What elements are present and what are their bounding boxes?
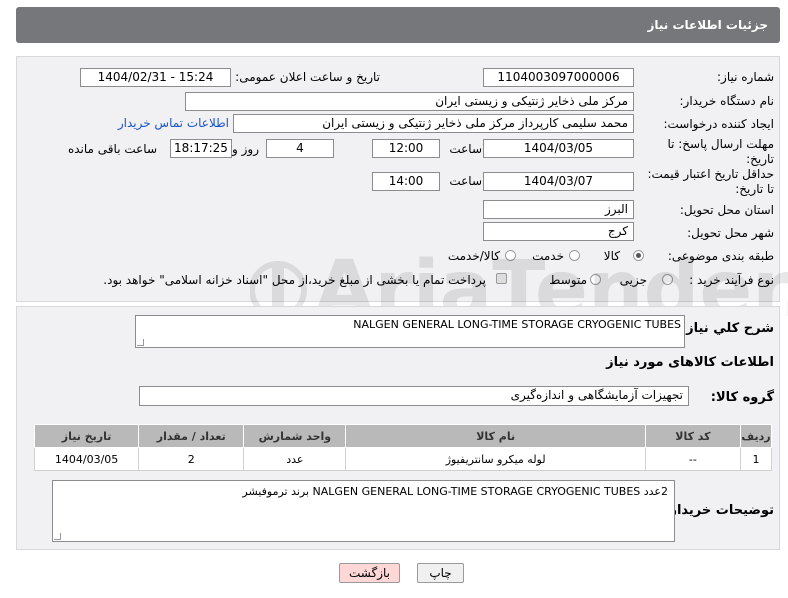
process-radio-medium[interactable] xyxy=(590,274,601,285)
goods-group-field[interactable]: تجهیزات آزمایشگاهی و اندازه‌گیری xyxy=(139,386,689,406)
process-option-minor: جزیی xyxy=(619,273,647,287)
need-number-field[interactable]: 1104003097000006 xyxy=(483,68,634,87)
page-header: جزئیات اطلاعات نیاز xyxy=(16,7,780,43)
category-radio-service[interactable] xyxy=(569,250,580,261)
cell-goods-name: لوله میکرو سانتریفیوژ xyxy=(345,447,646,471)
buyer-notes-label: توضیحات خریدار: xyxy=(664,503,774,518)
process-type-label: نوع فرآیند خرید : xyxy=(689,273,774,287)
province-field[interactable]: البرز xyxy=(483,200,634,219)
deadline-label-date: تاریخ: xyxy=(746,152,774,166)
page-title: جزئیات اطلاعات نیاز xyxy=(647,18,768,32)
cell-goods-code: -- xyxy=(644,447,741,471)
announce-datetime-field[interactable]: 1404/02/31 - 15:24 xyxy=(80,68,231,87)
buyer-notes-text: 2عدد NALGEN GENERAL LONG-TIME STORAGE CR… xyxy=(242,485,668,498)
price-validity-label: حداقل تاریخ اعتبار قیمت: xyxy=(647,167,774,181)
resize-handle[interactable] xyxy=(137,339,144,346)
buyer-org-label: نام دستگاه خریدار: xyxy=(679,94,775,108)
need-number-label: شماره نیاز: xyxy=(717,70,774,84)
city-label: شهر محل تحویل: xyxy=(687,226,774,240)
treasury-payment-note: پرداخت تمام یا بخشی از مبلغ خرید،از محل … xyxy=(103,273,486,287)
category-label: طبقه بندی موضوعی: xyxy=(667,249,774,263)
buyer-contact-link[interactable]: اطلاعات تماس خریدار xyxy=(118,116,229,130)
announce-datetime-label: تاریخ و ساعت اعلان عمومی: xyxy=(235,70,380,84)
table-row: 1 -- لوله میکرو سانتریفیوژ عدد 2 1404/03… xyxy=(33,447,773,471)
treasury-payment-checkbox[interactable] xyxy=(496,273,507,284)
process-option-medium: متوسط xyxy=(549,273,587,287)
goods-table: ردیف کد کالا نام کالا واحد شمارش تعداد /… xyxy=(33,424,773,471)
category-option-goods: کالا xyxy=(603,249,620,263)
col-quantity: تعداد / مقدار xyxy=(138,424,245,448)
col-unit: واحد شمارش xyxy=(243,424,347,448)
deadline-label: مهلت ارسال پاسخ: تا xyxy=(667,137,774,151)
category-radio-goods[interactable] xyxy=(633,250,644,261)
city-field[interactable]: کرج xyxy=(483,222,634,241)
province-label: استان محل تحویل: xyxy=(679,203,774,217)
deadline-date-field[interactable]: 1404/03/05 xyxy=(483,139,634,158)
general-desc-label: شرح كلي نياز: xyxy=(680,321,774,336)
category-option-service: خدمت xyxy=(532,249,564,263)
print-button[interactable]: چاپ xyxy=(417,563,464,583)
buyer-org-field[interactable]: مرکز ملی ذخایر ژنتیکی و زیستی ایران xyxy=(185,92,634,111)
col-goods-name: نام کالا xyxy=(345,424,646,448)
price-validity-date-field[interactable]: 1404/03/07 xyxy=(483,172,634,191)
goods-info-title: اطلاعات کالاهای مورد نیاز xyxy=(606,355,774,370)
price-validity-label-date: تا تاریخ: xyxy=(735,182,774,196)
price-validity-time-label: ساعت xyxy=(449,174,482,188)
goods-group-label: گروه کالا: xyxy=(710,390,774,405)
buyer-notes-field[interactable]: 2عدد NALGEN GENERAL LONG-TIME STORAGE CR… xyxy=(52,480,675,542)
creator-field[interactable]: محمد سلیمی کارپرداز مرکز ملی ذخایر ژنتیک… xyxy=(233,114,634,133)
deadline-time-field[interactable]: 12:00 xyxy=(372,139,440,158)
cell-need-date: 1404/03/05 xyxy=(33,447,140,471)
notes-resize-handle[interactable] xyxy=(54,533,61,540)
days-remaining-field[interactable]: 4 xyxy=(266,139,334,158)
deadline-time-label: ساعت xyxy=(449,142,482,156)
goods-table-header: ردیف کد کالا نام کالا واحد شمارش تعداد /… xyxy=(33,424,773,448)
cell-unit: عدد xyxy=(243,447,347,471)
remaining-time-label: ساعت باقی مانده xyxy=(67,142,157,156)
col-need-date: تاریخ نیاز xyxy=(33,424,140,448)
col-goods-code: کد کالا xyxy=(644,424,741,448)
category-radio-goods-service[interactable] xyxy=(505,250,516,261)
cell-quantity: 2 xyxy=(138,447,245,471)
general-desc-field[interactable]: NALGEN GENERAL LONG-TIME STORAGE CRYOGEN… xyxy=(135,315,685,348)
back-button[interactable]: بازگشت xyxy=(339,563,400,583)
general-desc-text: NALGEN GENERAL LONG-TIME STORAGE CRYOGEN… xyxy=(353,318,681,331)
category-option-goods-service: کالا/خدمت xyxy=(447,249,500,263)
creator-label: ایجاد کننده درخواست: xyxy=(663,117,774,131)
remaining-time-field[interactable]: 18:17:25 xyxy=(170,139,232,158)
price-validity-time-field[interactable]: 14:00 xyxy=(372,172,440,191)
days-label: روز و xyxy=(232,142,259,156)
col-row: ردیف xyxy=(739,424,773,448)
cell-row: 1 xyxy=(739,447,773,471)
process-radio-minor[interactable] xyxy=(662,274,673,285)
